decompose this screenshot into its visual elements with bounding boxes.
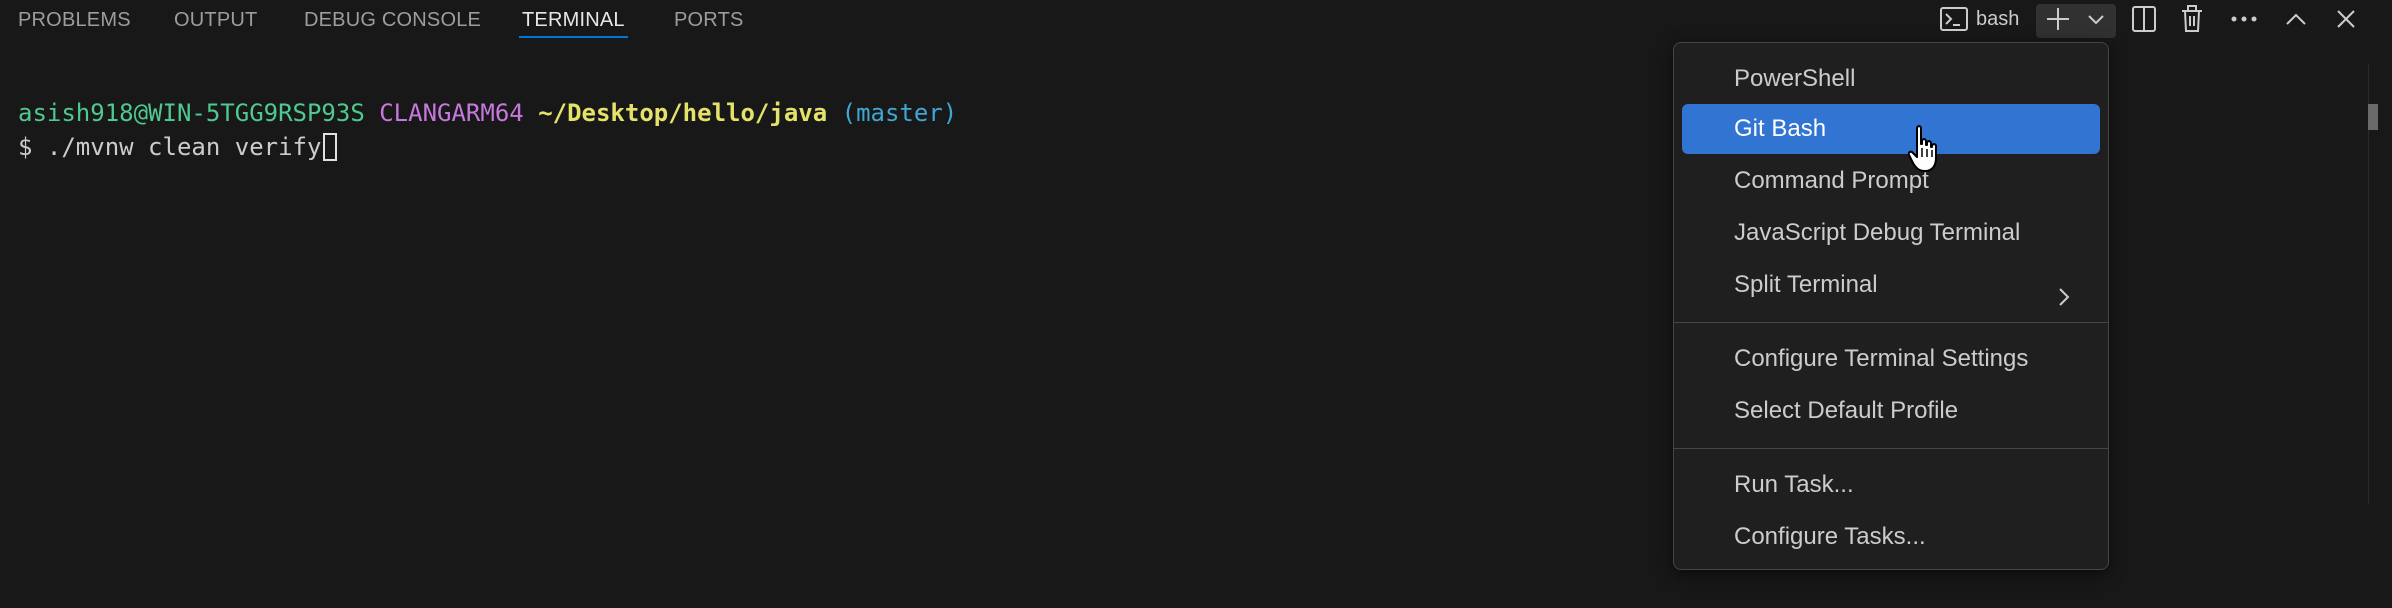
prompt-path: ~/Desktop/hello/java (538, 99, 828, 127)
terminal-cursor (323, 133, 338, 161)
split-terminal-button[interactable] (2126, 0, 2162, 38)
maximize-panel-button[interactable] (2278, 0, 2314, 38)
terminal-panel: PROBLEMS OUTPUT DEBUG CONSOLE TERMINAL P… (0, 0, 2392, 608)
chevron-right-icon (2058, 275, 2070, 325)
prompt-line: asish918@WIN-5TGG9RSP93S CLANGARM64 ~/De… (18, 99, 957, 127)
menu-item-configure-terminal-settings[interactable]: Configure Terminal Settings (1682, 334, 2100, 384)
menu-item-command-prompt[interactable]: Command Prompt (1682, 156, 2100, 206)
ellipsis-icon (2231, 16, 2257, 22)
menu-separator (1674, 448, 2108, 449)
split-icon (2132, 6, 2156, 32)
scrollbar-thumb[interactable] (2368, 104, 2378, 130)
chevron-up-icon (2285, 12, 2307, 26)
close-icon (2336, 9, 2356, 29)
menu-item-split-terminal[interactable]: Split Terminal (1682, 260, 2100, 310)
menu-separator (1674, 322, 2108, 323)
tab-debug-console[interactable]: DEBUG CONSOLE (304, 0, 481, 42)
terminal-icon (1940, 7, 1968, 31)
terminal-instance-name: bash (1976, 7, 2020, 30)
menu-item-git-bash[interactable]: Git Bash (1682, 104, 2100, 154)
menu-item-javascript-debug-terminal[interactable]: JavaScript Debug Terminal (1682, 208, 2100, 258)
hand-pointer-icon (1907, 124, 1940, 181)
panel-tab-bar: PROBLEMS OUTPUT DEBUG CONSOLE TERMINAL P… (0, 0, 2392, 42)
tab-output[interactable]: OUTPUT (174, 0, 257, 42)
close-panel-button[interactable] (2328, 0, 2364, 38)
terminal-output[interactable]: asish918@WIN-5TGG9RSP93S CLANGARM64 ~/De… (18, 96, 957, 164)
tab-ports[interactable]: PORTS (674, 0, 744, 42)
prompt-symbol: $ (18, 133, 33, 161)
new-terminal-button[interactable] (2040, 0, 2076, 38)
prompt-user-host: asish918@WIN-5TGG9RSP93S (18, 99, 365, 127)
command-line: $ ./mvnw clean verify (18, 133, 338, 161)
launch-profile-button[interactable] (2080, 0, 2112, 38)
menu-item-select-default-profile[interactable]: Select Default Profile (1682, 386, 2100, 436)
terminal-scrollbar[interactable] (2368, 64, 2377, 504)
menu-item-label: Split Terminal (1734, 271, 1878, 298)
plus-icon (2045, 6, 2071, 32)
menu-item-configure-tasks[interactable]: Configure Tasks... (1682, 512, 2100, 562)
more-actions-button[interactable] (2226, 0, 2262, 38)
prompt-msystem: CLANGARM64 (379, 99, 524, 127)
tab-problems[interactable]: PROBLEMS (18, 0, 131, 42)
menu-item-run-task[interactable]: Run Task... (1682, 460, 2100, 510)
command-text: ./mvnw clean verify (46, 133, 322, 161)
chevron-down-icon (2087, 13, 2105, 25)
kill-terminal-button[interactable] (2174, 0, 2210, 38)
terminal-instance-button[interactable]: bash (1940, 0, 2030, 38)
tab-terminal[interactable]: TERMINAL (519, 0, 628, 42)
prompt-branch: (master) (841, 99, 958, 127)
menu-item-powershell[interactable]: PowerShell (1682, 54, 2100, 104)
launch-profile-menu: PowerShell Git Bash Command Prompt JavaS… (1673, 42, 2109, 570)
trash-icon (2180, 5, 2204, 33)
